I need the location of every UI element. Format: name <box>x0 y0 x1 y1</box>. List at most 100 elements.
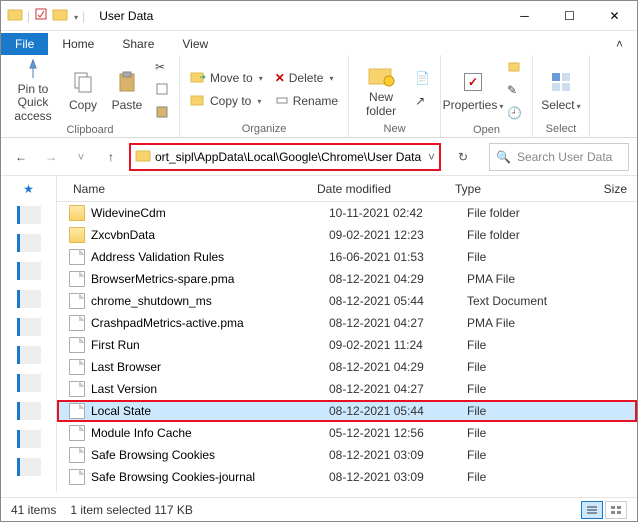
new-folder-icon <box>367 61 395 89</box>
group-organize-label: Organize <box>186 122 342 136</box>
folder-icon <box>69 205 85 221</box>
copy-path-icon <box>155 82 169 99</box>
sidebar-item[interactable] <box>17 430 41 448</box>
forward-button[interactable]: → <box>39 145 63 169</box>
view-details-button[interactable] <box>581 501 603 519</box>
move-to-icon <box>190 70 206 87</box>
file-row[interactable]: Address Validation Rules16-06-2021 01:53… <box>57 246 637 268</box>
recent-dropdown[interactable]: ˅ <box>69 145 93 169</box>
file-row[interactable]: Last Version08-12-2021 04:27File <box>57 378 637 400</box>
qat-folder-icon[interactable] <box>52 6 68 25</box>
minimize-button[interactable]: ─ <box>502 1 547 31</box>
file-icon <box>69 271 85 287</box>
file-name: Last Browser <box>91 360 329 374</box>
cut-icon: ✂ <box>155 60 165 74</box>
address-dropdown-icon[interactable]: ˅ <box>428 150 435 164</box>
up-button[interactable]: ↑ <box>99 145 123 169</box>
quick-access-icon[interactable]: ★ <box>23 182 34 196</box>
tab-view[interactable]: View <box>168 33 222 55</box>
qat-dropdown-icon[interactable] <box>72 9 78 23</box>
copy-icon <box>69 68 97 96</box>
maximize-button[interactable]: ☐ <box>547 1 592 31</box>
tab-file[interactable]: File <box>1 33 48 55</box>
file-date: 08-12-2021 03:09 <box>329 470 467 484</box>
search-input[interactable]: 🔍 Search User Data <box>489 143 629 171</box>
edit-button[interactable]: ✎ <box>503 80 526 100</box>
new-item-button[interactable]: 📄 <box>411 68 434 88</box>
new-folder-button[interactable]: New folder <box>355 58 407 122</box>
file-type: PMA File <box>467 316 577 330</box>
file-row[interactable]: First Run09-02-2021 11:24File <box>57 334 637 356</box>
ribbon: Pin to Quick access Copy Paste ✂ Clipboa… <box>1 55 637 138</box>
sidebar-item[interactable] <box>17 458 41 476</box>
col-date[interactable]: Date modified <box>317 182 455 196</box>
refresh-button[interactable]: ↻ <box>451 145 475 169</box>
open-button[interactable] <box>503 57 526 77</box>
file-date: 08-12-2021 04:27 <box>329 316 467 330</box>
file-name: BrowserMetrics-spare.pma <box>91 272 329 286</box>
address-bar[interactable]: ort_sipl\AppData\Local\Google\Chrome\Use… <box>129 143 441 171</box>
sidebar-item[interactable] <box>17 262 41 280</box>
copy-to-button[interactable]: Copy to <box>186 91 267 111</box>
sidebar-item[interactable] <box>17 346 41 364</box>
sidebar-item[interactable] <box>17 374 41 392</box>
nav-pane[interactable]: ★ <box>1 176 57 492</box>
status-bar: 41 items 1 item selected 117 KB <box>1 497 637 521</box>
tab-share[interactable]: Share <box>108 33 168 55</box>
tab-home[interactable]: Home <box>48 33 108 55</box>
copy-button[interactable]: Copy <box>63 58 103 122</box>
file-icon <box>69 469 85 485</box>
properties-button[interactable]: ✓ Properties <box>447 58 499 122</box>
pin-quick-access-button[interactable]: Pin to Quick access <box>7 58 59 122</box>
sidebar-item[interactable] <box>17 402 41 420</box>
paste-button[interactable]: Paste <box>107 58 147 122</box>
sidebar-item[interactable] <box>17 318 41 336</box>
back-button[interactable]: ← <box>9 145 33 169</box>
file-row[interactable]: Safe Browsing Cookies-journal08-12-2021 … <box>57 466 637 488</box>
paste-shortcut-button[interactable] <box>151 103 173 123</box>
file-icon <box>69 359 85 375</box>
move-to-button[interactable]: Move to <box>186 68 267 88</box>
select-button[interactable]: Select <box>539 58 583 122</box>
file-type: File <box>467 250 577 264</box>
properties-qat-icon[interactable] <box>34 7 48 24</box>
sidebar-item[interactable] <box>17 206 41 224</box>
ribbon-tabs: File Home Share View ˄ <box>1 31 637 55</box>
close-button[interactable]: ✕ <box>592 1 637 31</box>
sidebar-item[interactable] <box>17 234 41 252</box>
col-name[interactable]: Name <box>57 182 317 196</box>
address-path: ort_sipl\AppData\Local\Google\Chrome\Use… <box>155 150 424 164</box>
file-type: File <box>467 426 577 440</box>
file-date: 05-12-2021 12:56 <box>329 426 467 440</box>
file-row[interactable]: ZxcvbnData09-02-2021 12:23File folder <box>57 224 637 246</box>
titlebar: | | User Data ─ ☐ ✕ <box>1 1 637 31</box>
file-row[interactable]: Last Browser08-12-2021 04:29File <box>57 356 637 378</box>
group-select-label: Select <box>539 122 583 136</box>
file-row[interactable]: Local State08-12-2021 05:44File <box>57 400 637 422</box>
file-name: CrashpadMetrics-active.pma <box>91 316 329 330</box>
ribbon-collapse-icon[interactable]: ˄ <box>602 33 637 55</box>
history-button[interactable]: 🕘 <box>503 103 526 123</box>
column-headers[interactable]: Name Date modified Type Size <box>57 176 637 202</box>
group-clipboard-label: Clipboard <box>7 123 173 137</box>
sidebar-item[interactable] <box>17 290 41 308</box>
col-type[interactable]: Type <box>455 182 565 196</box>
file-row[interactable]: WidevineCdm10-11-2021 02:42File folder <box>57 202 637 224</box>
new-item-icon: 📄 <box>415 71 430 85</box>
col-size[interactable]: Size <box>565 182 637 196</box>
cut-button[interactable]: ✂ <box>151 57 173 77</box>
file-row[interactable]: BrowserMetrics-spare.pma08-12-2021 04:29… <box>57 268 637 290</box>
rename-button[interactable]: Rename <box>271 91 342 111</box>
delete-button[interactable]: ✕Delete <box>271 68 342 88</box>
copy-path-button[interactable] <box>151 80 173 100</box>
folder-icon <box>7 6 23 25</box>
file-date: 08-12-2021 04:27 <box>329 382 467 396</box>
easy-access-button[interactable]: ↗ <box>411 91 434 111</box>
file-row[interactable]: Safe Browsing Cookies08-12-2021 03:09Fil… <box>57 444 637 466</box>
file-row[interactable]: Module Info Cache05-12-2021 12:56File <box>57 422 637 444</box>
file-row[interactable]: CrashpadMetrics-active.pma08-12-2021 04:… <box>57 312 637 334</box>
search-icon: 🔍 <box>496 150 511 164</box>
file-list[interactable]: Name Date modified Type Size WidevineCdm… <box>57 176 637 492</box>
file-row[interactable]: chrome_shutdown_ms08-12-2021 05:44Text D… <box>57 290 637 312</box>
view-icons-button[interactable] <box>605 501 627 519</box>
